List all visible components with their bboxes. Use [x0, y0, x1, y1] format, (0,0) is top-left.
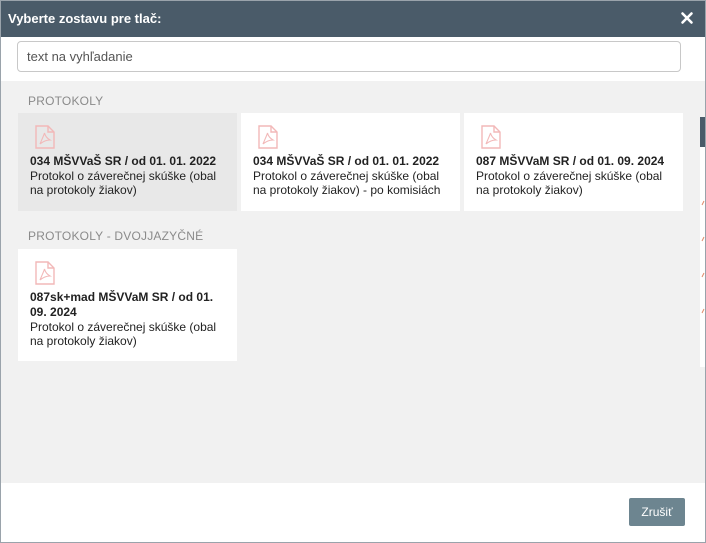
- section-title-protokoly: PROTOKOLY: [28, 94, 104, 108]
- report-card[interactable]: 034 MŠVVaŠ SR / od 01. 01. 2022 Protokol…: [241, 113, 460, 211]
- report-description: Protokol o záverečnej skúške (obal na pr…: [253, 169, 441, 197]
- background-page-edge: [700, 117, 705, 367]
- dialog-title: Vyberte zostavu pre tlač:: [8, 11, 162, 26]
- print-report-dialog: Vyberte zostavu pre tlač: PROTOKOLY 034 …: [0, 0, 706, 543]
- report-code: 034 MŠVVaŠ SR / od 01. 01. 2022: [253, 154, 440, 168]
- section-title-protokoly-dvojjazycne: PROTOKOLY - DVOJJAZYČNÉ: [28, 229, 204, 243]
- pdf-icon: [35, 261, 55, 285]
- report-code: 034 MŠVVaŠ SR / od 01. 01. 2022: [30, 154, 217, 168]
- report-card[interactable]: 087 MŠVVaM SR / od 01. 09. 2024 Protokol…: [464, 113, 683, 211]
- report-description: Protokol o záverečnej skúške (obal na pr…: [30, 169, 217, 197]
- pdf-icon: [481, 125, 501, 149]
- dialog-titlebar: Vyberte zostavu pre tlač:: [1, 1, 705, 37]
- report-code: 087sk+mad MŠVVaM SR / od 01. 09. 2024: [30, 290, 214, 319]
- report-card[interactable]: 087sk+mad MŠVVaM SR / od 01. 09. 2024 Pr…: [18, 249, 237, 361]
- pdf-icon: [258, 125, 278, 149]
- report-code: 087 MŠVVaM SR / od 01. 09. 2024: [476, 154, 665, 168]
- report-description: Protokol o záverečnej skúške (obal na pr…: [476, 169, 663, 197]
- report-card[interactable]: 034 MŠVVaŠ SR / od 01. 01. 2022 Protokol…: [18, 113, 237, 211]
- dialog-body: PROTOKOLY 034 MŠVVaŠ SR / od 01. 01. 202…: [1, 37, 705, 483]
- pdf-icon: [35, 125, 55, 149]
- report-description: Protokol o záverečnej skúške (obal na pr…: [30, 320, 217, 348]
- dialog-footer: Zrušiť: [1, 483, 705, 542]
- search-bar: [1, 37, 705, 81]
- cancel-button[interactable]: Zrušiť: [629, 498, 685, 526]
- close-icon[interactable]: [679, 10, 695, 26]
- search-input[interactable]: [17, 41, 681, 72]
